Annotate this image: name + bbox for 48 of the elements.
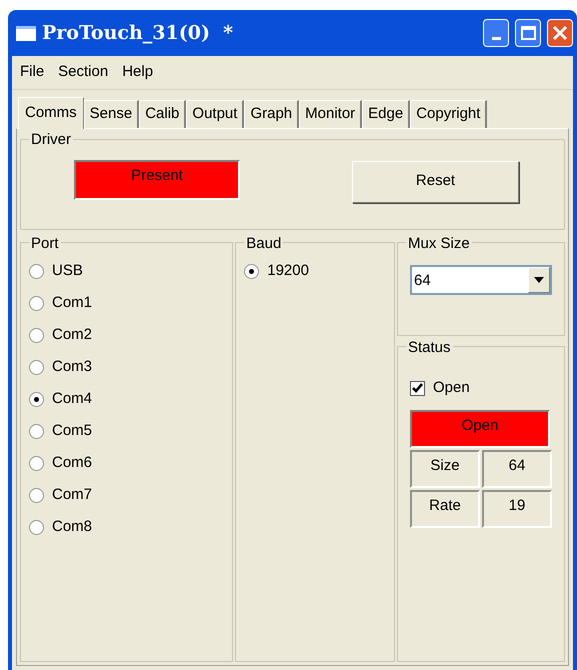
menu-item[interactable]: File (20, 61, 44, 84)
close-button[interactable] (547, 19, 573, 47)
status-label: Size (410, 450, 480, 488)
radio-label: Com4 (52, 388, 92, 409)
radio-button[interactable] (29, 328, 44, 342)
window-icon (16, 26, 36, 40)
radio-label: Com7 (52, 484, 92, 505)
close-icon (552, 25, 568, 41)
checkbox-label: Open (433, 378, 470, 398)
status-indicator: Open (410, 410, 550, 448)
menu-item[interactable]: Help (122, 61, 154, 84)
checkbox[interactable] (410, 380, 425, 396)
radio-button[interactable] (29, 360, 44, 374)
tab[interactable]: Comms (18, 97, 84, 129)
radio-button[interactable] (244, 264, 260, 278)
tab[interactable]: Monitor (299, 100, 362, 128)
radio-button[interactable] (29, 264, 44, 278)
tab[interactable]: Graph (244, 100, 300, 128)
tab[interactable]: Calib (139, 100, 186, 128)
status-indicator: Present (74, 160, 240, 200)
radio-button[interactable] (29, 296, 44, 310)
status-label: Rate (410, 490, 480, 528)
radio-label: Com1 (52, 292, 92, 313)
tab[interactable]: Output (186, 100, 244, 128)
status-value: 19 (482, 490, 552, 528)
radio-label: Com2 (52, 324, 92, 345)
maximize-button[interactable] (515, 19, 541, 47)
radio-label: Com3 (52, 356, 92, 377)
mux-size-dropdown[interactable]: 64 (410, 265, 552, 295)
dropdown-value: 64 (413, 271, 432, 291)
radio-button[interactable] (29, 456, 44, 470)
radio-label: Com5 (52, 420, 92, 441)
minimize-button[interactable] (483, 19, 509, 47)
radio-label: Com8 (52, 516, 92, 537)
menu-item[interactable]: Section (58, 61, 108, 84)
tab[interactable]: Edge (362, 100, 410, 128)
tab[interactable]: Copyright (410, 100, 488, 128)
radio-label: 19200 (267, 260, 309, 281)
radio-label: Com6 (52, 452, 92, 473)
window-title: ProTouch_31(0) * (42, 20, 234, 46)
radio-button[interactable] (29, 488, 44, 502)
radio-button[interactable] (29, 424, 44, 438)
radio-label: USB (52, 260, 83, 281)
tab[interactable]: Sense (84, 100, 140, 128)
status-value: 64 (482, 450, 552, 488)
radio-button[interactable] (29, 520, 44, 534)
radio-button[interactable] (29, 392, 44, 406)
reset-button[interactable]: Reset (352, 160, 519, 202)
